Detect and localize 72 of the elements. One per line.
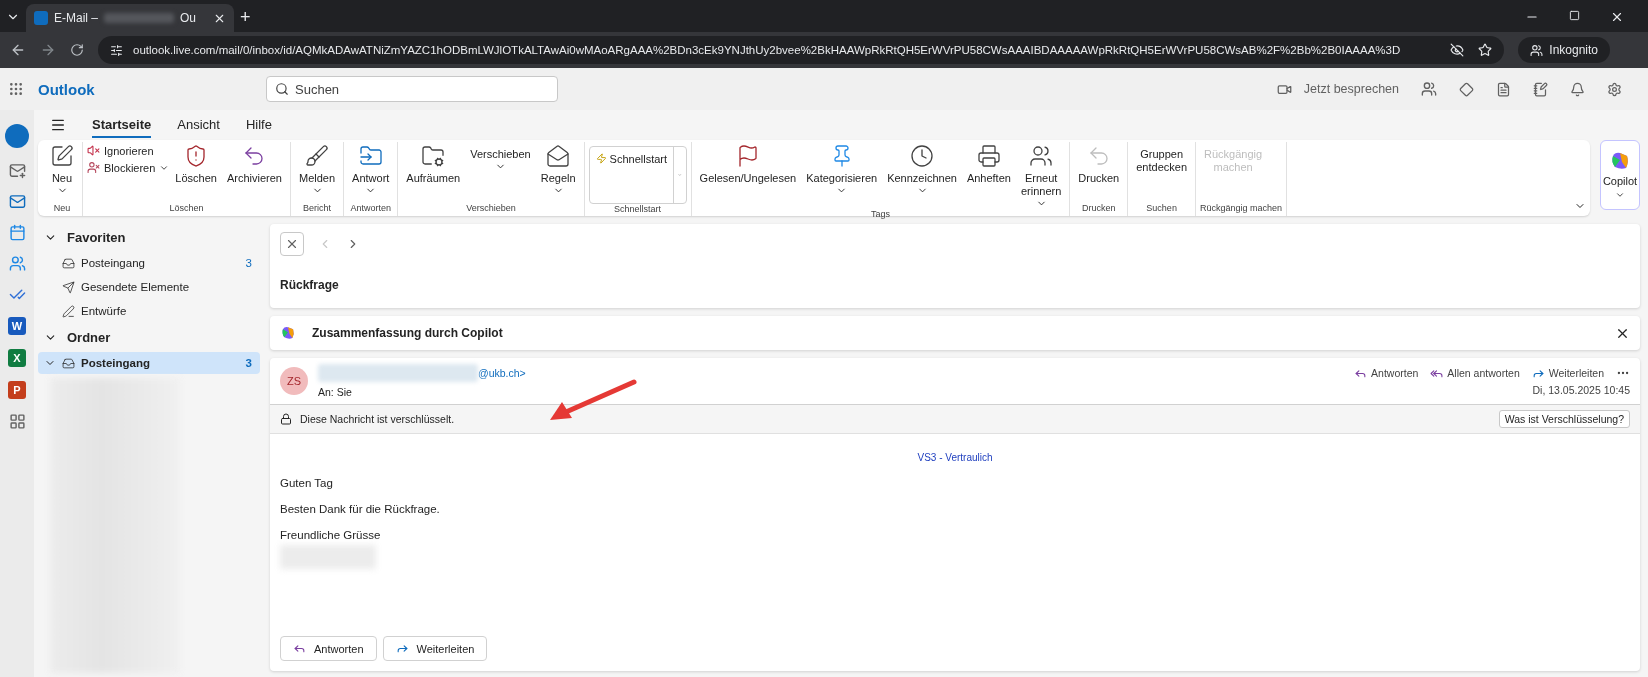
app-tile[interactable]: P [8,381,26,399]
recipient-line: An: Sie [318,386,353,398]
incognito-badge[interactable]: Inkognito [1518,37,1610,63]
browser-tab[interactable]: E-Mail – Ou [26,4,234,32]
ribbon-button[interactable]: Kategorisieren [802,142,882,196]
ribbon-button[interactable]: Kennzeichnen [883,142,961,196]
ribbon-button[interactable]: Blockieren [87,161,170,174]
encryption-info-button[interactable]: Was ist Verschlüsselung? [1498,410,1630,428]
message-action[interactable]: Allen antworten [1430,366,1520,380]
ribbon-button[interactable]: Gelesen/Ungelesen [695,142,801,185]
ribbon-button[interactable]: Löschen [171,142,221,185]
reply-button[interactable]: Antworten [280,636,377,661]
search-field[interactable]: Suchen [266,76,558,102]
group-label: Tags [869,209,891,221]
ribbon-button[interactable]: Erneut erinnern [1016,142,1066,209]
folder-section-header[interactable]: Ordner [38,324,260,350]
app-tile[interactable]: W [8,317,26,335]
group-label: Löschen [168,203,205,215]
group-label: Drucken [1081,203,1117,215]
folder-section-header[interactable]: Favoriten [38,224,260,250]
ribbon-button[interactable]: Archivieren [222,142,286,185]
group-label: Neu [52,203,72,215]
ribbon-tab[interactable]: Hilfe [245,112,272,138]
quickstep-box[interactable]: Schnellstart [588,146,687,204]
url-text: outlook.live.com/mail/0/inbox/id/AQMkADAwATNiZmYAZC1hODBmLWJlOTkALTAwAi0wMAoARgAAA%2BDn3cEk9YNJthUy2bvee%2BkHAAWpRkRtQH5ErWVrPU58CWsAAAIBDAAAAAWpRkRtQH5ErWVrPU58CWsAB%2F%2Bb%2B0IAAAA%3D [133,44,1401,56]
folder-item[interactable]: Gesendete Elemente [38,276,260,298]
folder-item[interactable]: Entwürfe [38,300,260,322]
sender-avatar: ZS [280,367,308,395]
message-subject: Rückfrage [280,278,340,294]
group-label: Schnellstart [613,204,663,216]
ribbon-button[interactable]: Aufräumen [402,142,465,185]
group-label: Verschieben [465,203,517,215]
unread-count: 3 [245,257,253,269]
message-date: Di, 13.05.2025 10:45 [1532,384,1630,396]
ribbon-button[interactable]: Neu [46,142,78,196]
folder-item[interactable]: Posteingang 3 [38,352,260,374]
copilot-summary-label: Zusammenfassung durch Copilot [312,326,503,340]
tab-title: Ou [180,11,197,25]
copilot-button[interactable]: Copilot [1600,140,1640,210]
group-label: Bericht [302,203,333,215]
reply-button[interactable]: Weiterleiten [382,636,488,661]
quickstep-label: Schnellstart [609,153,668,165]
body-paragraph: Freundliche Grüsse [280,529,382,541]
body-paragraph: Besten Dank für die Rückfrage. [280,503,441,515]
ribbon-tab[interactable]: Ansicht [177,112,220,138]
group-label: Rückgängig machen [1200,203,1283,215]
ribbon-button[interactable]: Regeln [536,142,580,196]
new-tab-button[interactable]: + [240,7,251,28]
unread-count: 3 [245,357,253,369]
ribbon-button[interactable]: Gruppen entdecken [1132,142,1191,174]
app-tile[interactable]: X [8,349,26,367]
ribbon-button[interactable]: Antwort [348,142,394,196]
address-bar[interactable]: outlook.live.com/mail/0/inbox/id/AQMkADAwATNiZmYAZC1hODBmLWJlOTkALTAwAi0wMAoARgAAA%2BDn3cEk9YNJthUy2bvee%2BkHAAWpRkRtQH5ErWVrPU58CWsAAAIBDAAAAAWpRkRtQH5ErWVrPU58CWsAB%2F%2Bb%2B0IAAAA%3D [98,36,1505,64]
folder-item[interactable]: Posteingang 3 [38,252,260,274]
ribbon-button[interactable]: Drucken [1074,142,1124,185]
meet-now-link[interactable]: Jetzt besprechen [1303,82,1399,96]
body-paragraph: Guten Tag [280,477,334,489]
group-label: Suchen [1145,203,1178,215]
classification-label: VS3 - Vertraulich [917,452,993,463]
ribbon-button[interactable]: Ignorieren [87,144,170,157]
message-action[interactable]: Antworten [1354,366,1419,380]
tab-title: E-Mail – [54,11,98,25]
message-action[interactable]: Weiterleiten [1531,366,1604,380]
app-name: Outlook [38,80,96,98]
copilot-summary-bar[interactable]: Zusammenfassung durch Copilot [270,316,1640,350]
ribbon-button[interactable]: Melden [295,142,340,196]
encryption-text: Diese Nachricht ist verschlüsselt. [300,413,455,425]
ribbon-button[interactable]: Verschieben [466,142,535,172]
sender-address[interactable]: @ukb.ch> [478,367,526,379]
ribbon-button[interactable]: Anheften [962,142,1015,185]
ribbon-tab[interactable]: Startseite [92,112,152,138]
group-label: Antworten [349,203,392,215]
